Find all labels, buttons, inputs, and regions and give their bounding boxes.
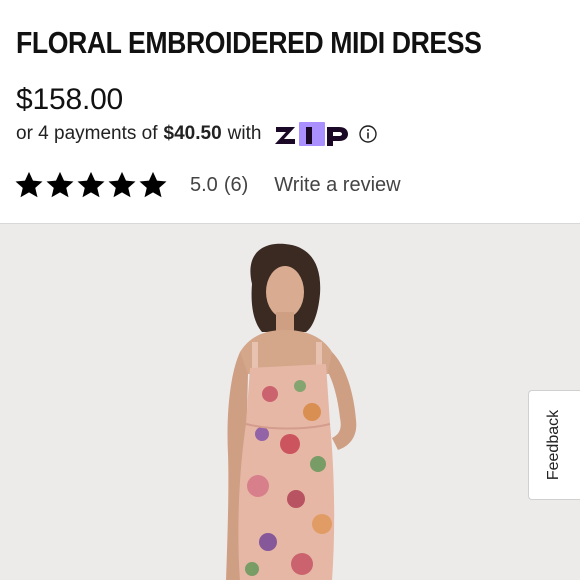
feedback-button[interactable]: Feedback <box>528 390 580 500</box>
star-icon <box>138 170 168 200</box>
write-review-link[interactable]: Write a review <box>274 174 400 197</box>
star-icon <box>45 170 75 200</box>
installment-connector: with <box>227 123 262 144</box>
star-rating[interactable] <box>14 170 168 200</box>
installment-amount: $40.50 <box>163 123 222 144</box>
star-icon <box>107 170 137 200</box>
product-price: $158.00 <box>16 83 124 116</box>
product-title: FLORAL EMBROIDERED MIDI DRESS <box>16 25 482 60</box>
rating-summary: 5.0 (6) Write a review <box>14 168 401 202</box>
rating-score: 5.0 <box>190 173 218 196</box>
star-icon <box>14 170 44 200</box>
info-circle-icon[interactable] <box>359 125 378 143</box>
product-image[interactable] <box>0 223 580 580</box>
installment-prefix: or 4 payments of <box>16 123 158 144</box>
rating-count: (6) <box>223 173 249 196</box>
installment-message: or 4 payments of $40.50 with <box>16 122 378 146</box>
star-icon <box>76 170 106 200</box>
product-photo <box>226 243 357 580</box>
feedback-label: Feedback <box>545 409 563 481</box>
zip-logo <box>275 122 349 146</box>
